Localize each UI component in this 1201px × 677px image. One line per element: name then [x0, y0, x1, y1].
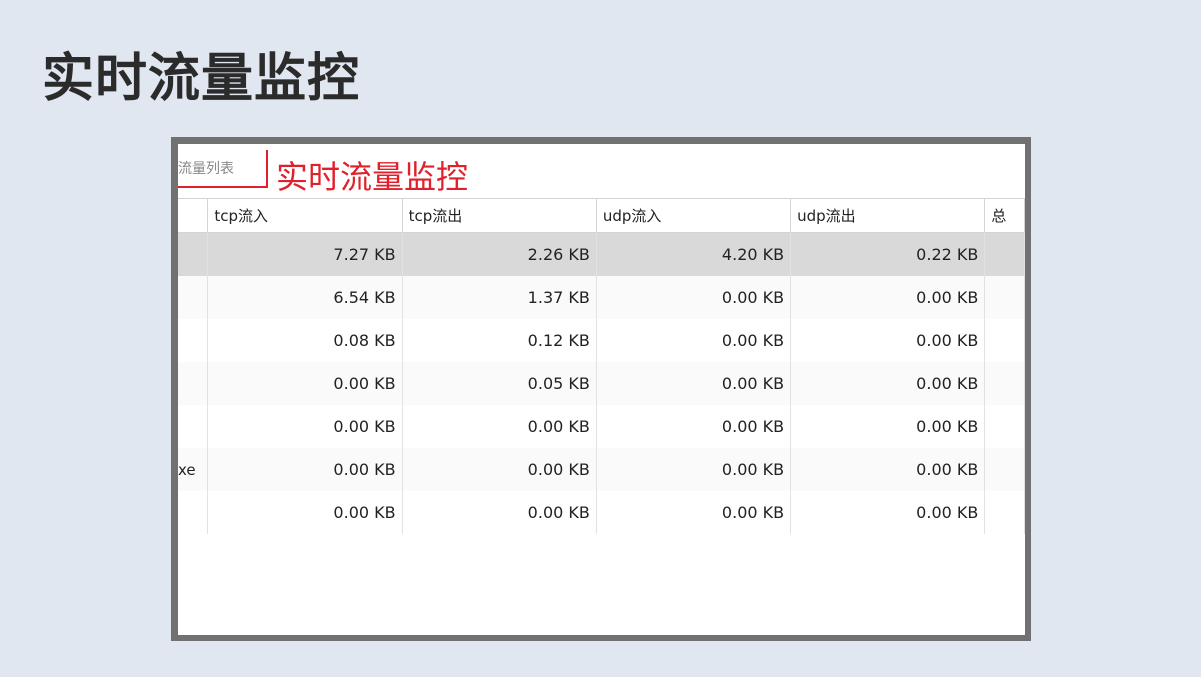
tab-traffic-list[interactable]: 流量列表	[178, 150, 268, 188]
table-row[interactable]: 0.08 KB 0.12 KB 0.00 KB 0.00 KB	[178, 319, 1025, 362]
cell-name	[178, 276, 209, 319]
cell-tcp-in: 0.00 KB	[207, 491, 403, 534]
table-row[interactable]: 0.00 KB 0.05 KB 0.00 KB 0.00 KB	[178, 362, 1025, 405]
cell-tcp-out: 2.26 KB	[402, 232, 597, 276]
cell-total	[984, 491, 1025, 534]
cell-udp-out: 0.00 KB	[790, 405, 986, 448]
cell-name	[178, 319, 209, 362]
cell-udp-in: 4.20 KB	[596, 232, 792, 276]
cell-tcp-out: 1.37 KB	[402, 276, 597, 319]
column-header-tcp-in[interactable]: tcp流入	[207, 198, 403, 233]
cell-tcp-out: 0.05 KB	[402, 362, 597, 405]
cell-name	[178, 362, 209, 405]
column-header-tcp-out[interactable]: tcp流出	[402, 198, 597, 233]
cell-total	[984, 362, 1025, 405]
cell-udp-in: 0.00 KB	[596, 362, 792, 405]
cell-udp-out: 0.00 KB	[790, 362, 986, 405]
table-row[interactable]: 0.00 KB 0.00 KB 0.00 KB 0.00 KB	[178, 491, 1025, 534]
tab-traffic-list-label: 流量列表	[178, 161, 234, 177]
cell-tcp-in: 6.54 KB	[207, 276, 403, 319]
cell-udp-out: 0.00 KB	[790, 448, 986, 491]
table-row[interactable]: xe 0.00 KB 0.00 KB 0.00 KB 0.00 KB	[178, 448, 1025, 491]
cell-total	[984, 232, 1025, 276]
column-header-udp-in[interactable]: udp流入	[596, 198, 792, 233]
traffic-table: tcp流入 tcp流出 udp流入 udp流出 总 7.27 KB 2.26 K…	[178, 198, 1025, 534]
screenshot-frame: 流量列表 实时流量监控 tcp流入 tcp流出 udp流入 udp流出 总 7.…	[171, 137, 1031, 641]
table-row[interactable]: 7.27 KB 2.26 KB 4.20 KB 0.22 KB	[178, 232, 1025, 276]
cell-udp-in: 0.00 KB	[596, 319, 792, 362]
table-header-row: tcp流入 tcp流出 udp流入 udp流出 总	[178, 198, 1025, 233]
cell-tcp-out: 0.12 KB	[402, 319, 597, 362]
cell-udp-out: 0.22 KB	[790, 232, 986, 276]
cell-name	[178, 491, 209, 534]
cell-udp-in: 0.00 KB	[596, 276, 792, 319]
cell-udp-out: 0.00 KB	[790, 491, 986, 534]
column-header-udp-out[interactable]: udp流出	[790, 198, 986, 233]
cell-tcp-out: 0.00 KB	[402, 448, 597, 491]
cell-tcp-in: 0.00 KB	[207, 448, 403, 491]
cell-tcp-in: 0.08 KB	[207, 319, 403, 362]
cell-udp-in: 0.00 KB	[596, 405, 792, 448]
column-header-name[interactable]	[178, 198, 209, 233]
cell-total	[984, 405, 1025, 448]
cell-tcp-in: 0.00 KB	[207, 405, 403, 448]
table-row[interactable]: 0.00 KB 0.00 KB 0.00 KB 0.00 KB	[178, 405, 1025, 448]
cell-total	[984, 319, 1025, 362]
cell-name: xe	[178, 448, 209, 491]
cell-udp-in: 0.00 KB	[596, 491, 792, 534]
cell-udp-out: 0.00 KB	[790, 319, 986, 362]
cell-name	[178, 232, 209, 276]
slide-title: 实时流量监控	[42, 49, 361, 109]
table-row[interactable]: 6.54 KB 1.37 KB 0.00 KB 0.00 KB	[178, 276, 1025, 319]
cell-name	[178, 405, 209, 448]
traffic-window: 流量列表 实时流量监控 tcp流入 tcp流出 udp流入 udp流出 总 7.…	[178, 144, 1025, 635]
cell-udp-out: 0.00 KB	[790, 276, 986, 319]
cell-tcp-out: 0.00 KB	[402, 491, 597, 534]
cell-udp-in: 0.00 KB	[596, 448, 792, 491]
column-header-total[interactable]: 总	[984, 198, 1025, 233]
cell-total	[984, 276, 1025, 319]
cell-tcp-in: 7.27 KB	[207, 232, 403, 276]
cell-total	[984, 448, 1025, 491]
cell-tcp-out: 0.00 KB	[402, 405, 597, 448]
cell-tcp-in: 0.00 KB	[207, 362, 403, 405]
annotation-label: 实时流量监控	[276, 158, 469, 196]
